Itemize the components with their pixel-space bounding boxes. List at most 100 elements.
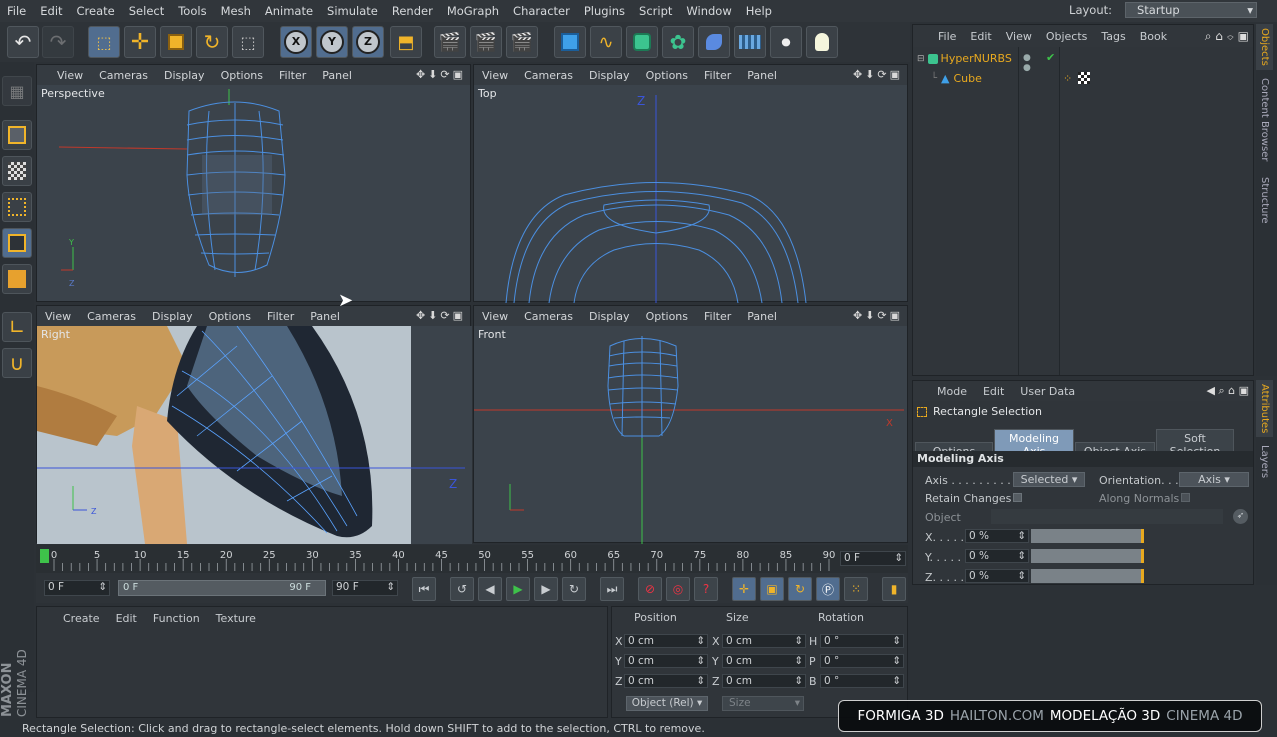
undo-button[interactable]: ↶: [7, 26, 39, 58]
render-view-button[interactable]: 🎬: [434, 26, 466, 58]
menu-simulate[interactable]: Simulate: [320, 4, 385, 18]
menu-script[interactable]: Script: [632, 4, 679, 18]
next-key-button[interactable]: ↻: [562, 577, 586, 601]
keyframe-selection-button[interactable]: ?: [694, 577, 718, 601]
scale-tool-button[interactable]: [160, 26, 192, 58]
start-frame-field[interactable]: 0 F ⇕: [44, 580, 110, 596]
viewport-menu-view[interactable]: View: [37, 310, 79, 323]
add-nurbs-button[interactable]: [626, 26, 658, 58]
x-percent-field[interactable]: 0 % ⇕: [965, 529, 1029, 543]
om-menu-file[interactable]: File: [931, 30, 963, 43]
go-to-end-button[interactable]: ⏭: [600, 577, 624, 601]
mat-menu-texture[interactable]: Texture: [208, 612, 264, 625]
previous-frame-button[interactable]: ◀: [478, 577, 502, 601]
perspective-viewport[interactable]: View Cameras Display Options Filter Pane…: [36, 64, 471, 302]
rot-p-field[interactable]: 0 ° ⇕: [820, 654, 904, 668]
om-item-hypernurbs[interactable]: ⊟ HyperNURBS: [917, 52, 1012, 65]
y-axis-button[interactable]: Y: [316, 26, 348, 58]
rotate-tool-button[interactable]: ↻: [196, 26, 228, 58]
menu-animate[interactable]: Animate: [258, 4, 320, 18]
y-percent-field[interactable]: 0 % ⇕: [965, 549, 1029, 563]
side-tab-attributes[interactable]: Attributes: [1256, 380, 1273, 438]
viewport-menu-display[interactable]: Display: [144, 310, 201, 323]
z-axis-button[interactable]: Z: [352, 26, 384, 58]
snap-button[interactable]: ∪: [2, 348, 32, 378]
retain-changes-checkbox[interactable]: [1013, 493, 1022, 502]
om-menu-objects[interactable]: Objects: [1039, 30, 1095, 43]
viewport-menu-panel[interactable]: Panel: [302, 310, 348, 323]
pos-z-field[interactable]: 0 cm ⇕: [624, 674, 708, 688]
add-scene-button[interactable]: [734, 26, 766, 58]
menu-select[interactable]: Select: [122, 4, 171, 18]
playhead[interactable]: [40, 549, 49, 563]
menu-character[interactable]: Character: [506, 4, 577, 18]
add-deformer-button[interactable]: [698, 26, 730, 58]
menu-tools[interactable]: Tools: [171, 4, 213, 18]
viewport-nav-icons[interactable]: ✥⬇⟳▣: [416, 309, 466, 322]
key-parameter-button[interactable]: Ⓟ: [816, 577, 840, 601]
menu-edit[interactable]: Edit: [33, 4, 69, 18]
expand-icon[interactable]: ⊟: [917, 54, 925, 64]
enabled-check-icon[interactable]: ✔: [1046, 51, 1055, 64]
menu-plugins[interactable]: Plugins: [577, 4, 632, 18]
current-frame-field[interactable]: 0 F ⇕: [840, 551, 906, 566]
mat-menu-create[interactable]: Create: [55, 612, 108, 625]
edges-mode-button[interactable]: [2, 228, 32, 258]
om-menu-tags[interactable]: Tags: [1094, 30, 1132, 43]
play-button[interactable]: ▶: [506, 577, 530, 601]
along-normals-checkbox[interactable]: [1181, 493, 1190, 502]
polygons-mode-button[interactable]: [2, 264, 32, 294]
x-axis-button[interactable]: X: [280, 26, 312, 58]
object-link-field[interactable]: [991, 509, 1223, 524]
om-item-cube[interactable]: └ ▲ Cube: [931, 72, 982, 85]
attr-menu-user-data[interactable]: User Data: [1012, 385, 1083, 398]
key-rotation-button[interactable]: ↻: [788, 577, 812, 601]
texture-mode-button[interactable]: [2, 156, 32, 186]
pos-x-field[interactable]: 0 cm ⇕: [624, 634, 708, 648]
search-icon[interactable]: ⌕ ⌂ ⌔ ▣: [1205, 29, 1249, 44]
add-array-button[interactable]: ✿: [662, 26, 694, 58]
size-y-field[interactable]: 0 cm ⇕: [722, 654, 806, 668]
right-viewport[interactable]: View Cameras Display Options Filter Pane…: [36, 305, 472, 544]
rot-b-field[interactable]: 0 ° ⇕: [820, 674, 904, 688]
menu-file[interactable]: File: [0, 4, 33, 18]
key-scale-button[interactable]: ▣: [760, 577, 784, 601]
top-viewport[interactable]: View Cameras Display Options Filter Pane…: [473, 64, 908, 303]
z-slider[interactable]: [1031, 569, 1144, 583]
size-mode-dropdown[interactable]: Size ▾: [722, 696, 804, 711]
coordinate-system-button[interactable]: ⬒: [390, 26, 422, 58]
menu-help[interactable]: Help: [739, 4, 779, 18]
add-light-button[interactable]: [806, 26, 838, 58]
om-menu-book[interactable]: Book: [1133, 30, 1174, 43]
key-pla-button[interactable]: ⁙: [844, 577, 868, 601]
side-tab-objects[interactable]: Objects: [1256, 24, 1273, 70]
next-frame-button[interactable]: ▶: [534, 577, 558, 601]
axis-dropdown[interactable]: Selected ▾: [1013, 472, 1085, 487]
go-to-start-button[interactable]: ⏮: [412, 577, 436, 601]
viewport-menu-filter[interactable]: Filter: [259, 310, 302, 323]
om-menu-view[interactable]: View: [999, 30, 1039, 43]
om-tags[interactable]: ⁘: [1063, 72, 1091, 85]
mat-menu-edit[interactable]: Edit: [108, 612, 145, 625]
add-spline-button[interactable]: ∿: [590, 26, 622, 58]
menu-mograph[interactable]: MoGraph: [440, 4, 506, 18]
coord-mode-dropdown[interactable]: Object (Rel) ▾: [626, 696, 708, 711]
preview-range-slider[interactable]: 0 F 90 F: [118, 580, 326, 596]
attr-menu-mode[interactable]: Mode: [929, 385, 975, 398]
z-percent-field[interactable]: 0 % ⇕: [965, 569, 1029, 583]
axis-mode-button[interactable]: ∟: [2, 312, 32, 342]
menu-render[interactable]: Render: [385, 4, 440, 18]
menu-create[interactable]: Create: [70, 4, 122, 18]
front-viewport[interactable]: View Cameras Display Options Filter Pane…: [473, 305, 908, 544]
move-tool-button[interactable]: ✛: [124, 26, 156, 58]
mat-menu-function[interactable]: Function: [145, 612, 208, 625]
timeline[interactable]: 0 5 10 15 20 25 30 35 40 45 50 55 60 65 70 75 80 85 90 0 F…: [36, 545, 908, 573]
timeline-ruler[interactable]: 0 5 10 15 20 25 30 35 40 45 50 55 60 65 70 75 80 85 90: [42, 545, 842, 573]
attr-menu-edit[interactable]: Edit: [975, 385, 1012, 398]
timeline-window-button[interactable]: ▮: [882, 577, 906, 601]
texture-tag-icon[interactable]: [1078, 72, 1091, 84]
menu-window[interactable]: Window: [679, 4, 738, 18]
viewport-menu-options[interactable]: Options: [201, 310, 259, 323]
rot-h-field[interactable]: 0 ° ⇕: [820, 634, 904, 648]
orientation-dropdown[interactable]: Axis ▾: [1179, 472, 1249, 487]
